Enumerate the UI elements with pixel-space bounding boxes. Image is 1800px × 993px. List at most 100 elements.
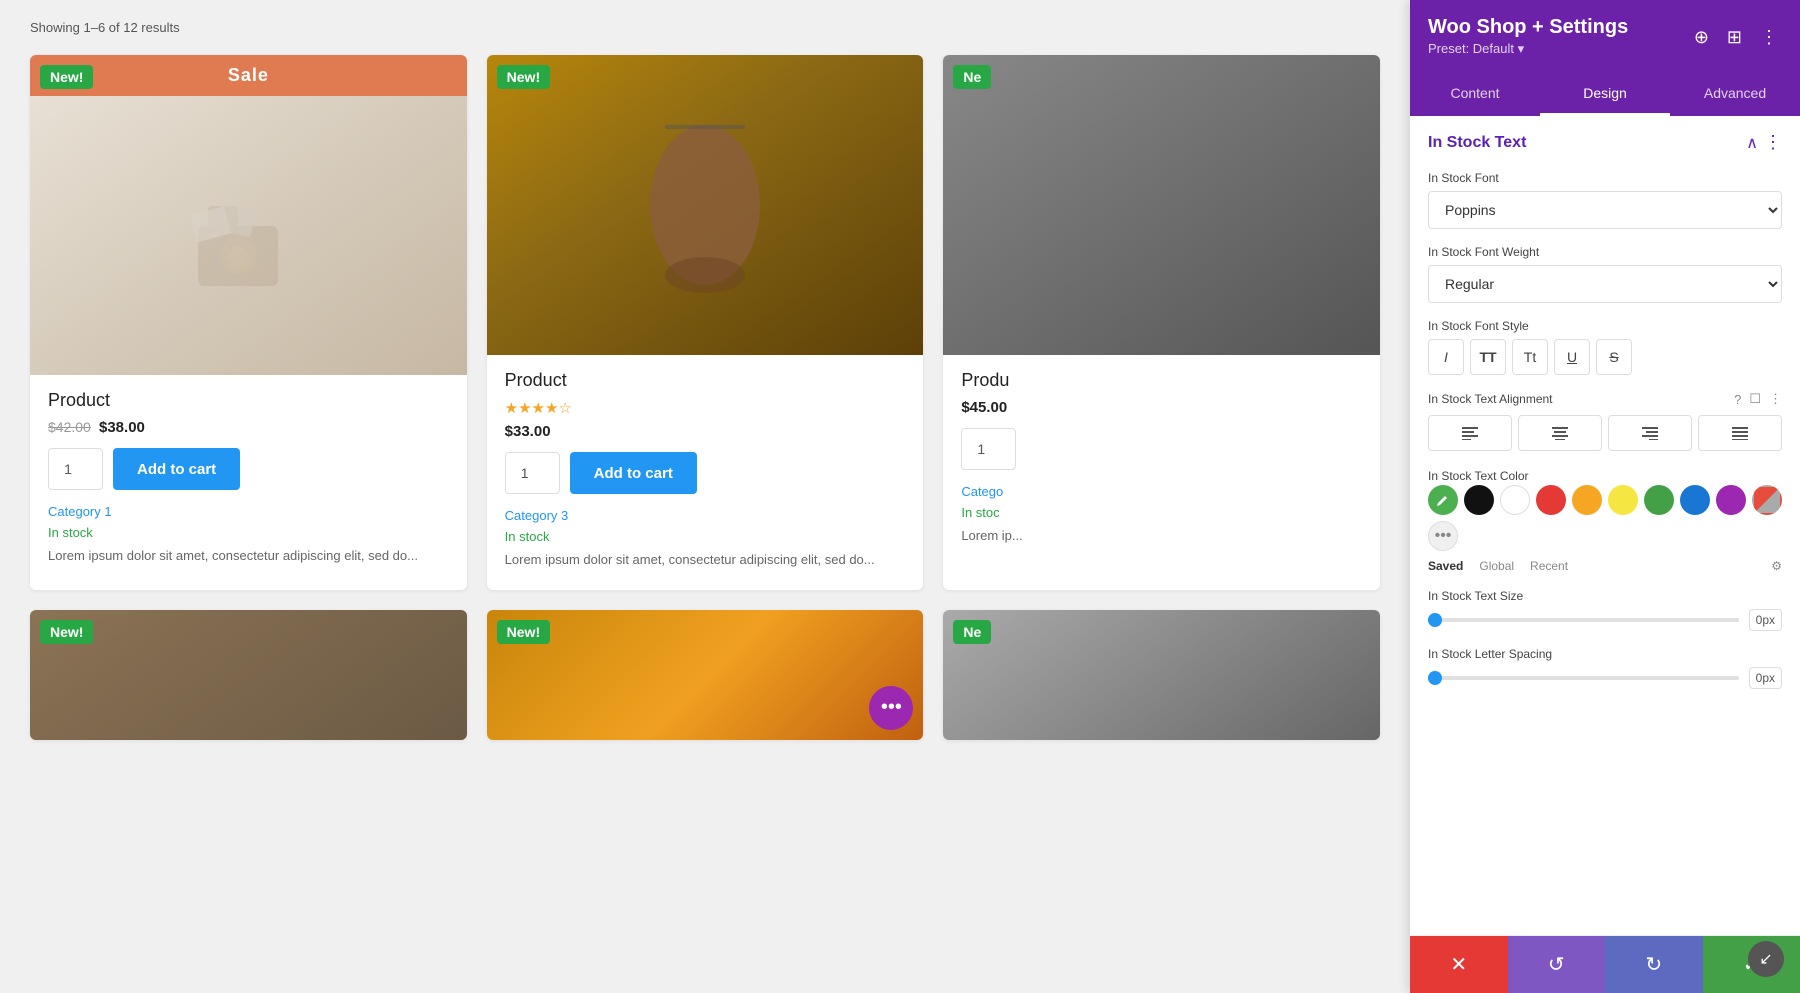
color-gradient-swatch[interactable] bbox=[1752, 485, 1782, 515]
product-img-placeholder-2 bbox=[487, 55, 924, 355]
results-count: Showing 1–6 of 12 results bbox=[30, 20, 1380, 35]
style-underline[interactable]: U bbox=[1554, 339, 1590, 375]
color-tab-global[interactable]: Global bbox=[1479, 559, 1514, 573]
sale-banner: Sale bbox=[30, 55, 467, 96]
qty-input-3[interactable] bbox=[961, 428, 1016, 470]
stars-2: ★★★★☆ bbox=[505, 399, 906, 417]
size-slider-thumb[interactable] bbox=[1428, 613, 1442, 627]
product-body-1: Product $42.00 $38.00 Add to cart Catego… bbox=[30, 375, 467, 586]
panel-target-icon[interactable]: ⊕ bbox=[1690, 24, 1713, 50]
panel-layout-icon[interactable]: ⊞ bbox=[1723, 24, 1746, 50]
product-price-3: $45.00 bbox=[961, 399, 1362, 416]
align-justify-btn[interactable] bbox=[1698, 415, 1782, 451]
in-stock-size-row: In Stock Text Size 0px bbox=[1428, 589, 1782, 631]
letter-spacing-label: In Stock Letter Spacing bbox=[1428, 647, 1782, 661]
product-image-2: New! bbox=[487, 55, 924, 355]
product-category-2[interactable]: Category 3 bbox=[505, 508, 906, 523]
undo-button[interactable]: ↺ bbox=[1508, 936, 1606, 993]
qty-input-2[interactable] bbox=[505, 452, 560, 494]
product-card-6: Ne bbox=[943, 610, 1380, 740]
three-dots-icon: ••• bbox=[881, 696, 902, 719]
color-black-swatch[interactable] bbox=[1464, 485, 1494, 515]
panel-title-area: Woo Shop + Settings Preset: Default ▾ bbox=[1428, 16, 1628, 57]
tab-content[interactable]: Content bbox=[1410, 73, 1540, 116]
panel-more-icon[interactable]: ⋮ bbox=[1756, 24, 1782, 50]
section-options-icon[interactable]: ⋮ bbox=[1764, 132, 1782, 153]
alignment-device-icons: ? ☐ ⋮ bbox=[1734, 391, 1782, 407]
product-image-6: Ne bbox=[943, 610, 1380, 740]
section-collapse-icon[interactable]: ∧ bbox=[1746, 133, 1758, 153]
purple-dot-button[interactable]: ••• bbox=[869, 686, 913, 730]
in-stock-font-label: In Stock Font bbox=[1428, 171, 1782, 185]
product-name-3: Produ bbox=[961, 370, 1362, 391]
in-stock-1: In stock bbox=[48, 525, 449, 540]
add-to-cart-btn-2[interactable]: Add to cart bbox=[570, 452, 697, 494]
panel-header: Woo Shop + Settings Preset: Default ▾ ⊕ … bbox=[1410, 0, 1800, 73]
style-strikethrough[interactable]: S bbox=[1596, 339, 1632, 375]
section-title: In Stock Text bbox=[1428, 134, 1526, 152]
style-capitalize[interactable]: Tt bbox=[1512, 339, 1548, 375]
price-new-3: $45.00 bbox=[961, 399, 1007, 416]
in-stock-alignment-row: In Stock Text Alignment ? ☐ ⋮ bbox=[1428, 391, 1782, 451]
color-tab-recent[interactable]: Recent bbox=[1530, 559, 1568, 573]
side-panel: Woo Shop + Settings Preset: Default ▾ ⊕ … bbox=[1410, 0, 1800, 993]
in-stock-3: In stoc bbox=[961, 505, 1362, 520]
size-slider-row: 0px bbox=[1428, 609, 1782, 631]
in-stock-font-weight-row: In Stock Font Weight Regular bbox=[1428, 245, 1782, 303]
in-stock-2: In stock bbox=[505, 529, 906, 544]
tab-advanced[interactable]: Advanced bbox=[1670, 73, 1800, 116]
help-bubble[interactable]: ↙ bbox=[1748, 941, 1784, 977]
color-red-swatch[interactable] bbox=[1536, 485, 1566, 515]
product-name-2: Product bbox=[505, 370, 906, 391]
price-new-1: $38.00 bbox=[99, 419, 145, 436]
in-stock-font-style-row: In Stock Font Style I TT Tt U S bbox=[1428, 319, 1782, 375]
color-white-swatch[interactable] bbox=[1500, 485, 1530, 515]
mobile-icon[interactable]: ☐ bbox=[1749, 391, 1761, 407]
product-category-1[interactable]: Category 1 bbox=[48, 504, 449, 519]
color-purple-swatch[interactable] bbox=[1716, 485, 1746, 515]
size-slider-track[interactable] bbox=[1428, 618, 1739, 622]
product-desc-3: Lorem ip... bbox=[961, 526, 1362, 546]
color-settings-icon[interactable]: ⚙ bbox=[1771, 559, 1782, 573]
color-pen-swatch[interactable] bbox=[1428, 485, 1458, 515]
in-stock-font-weight-select[interactable]: Regular bbox=[1428, 265, 1782, 303]
cancel-button[interactable]: ✕ bbox=[1410, 936, 1508, 993]
align-left-btn[interactable] bbox=[1428, 415, 1512, 451]
product-img-placeholder-3 bbox=[943, 55, 1380, 355]
help-icon[interactable]: ? bbox=[1734, 392, 1741, 407]
products-grid: Sale New! Product $4 bbox=[30, 55, 1380, 740]
style-uppercase[interactable]: TT bbox=[1470, 339, 1506, 375]
color-tab-saved[interactable]: Saved bbox=[1428, 559, 1463, 573]
letter-spacing-slider-thumb[interactable] bbox=[1428, 671, 1442, 685]
color-orange-swatch[interactable] bbox=[1572, 485, 1602, 515]
in-stock-font-select[interactable]: Poppins bbox=[1428, 191, 1782, 229]
color-more-swatch[interactable]: ••• bbox=[1428, 521, 1458, 551]
product-img-placeholder-6 bbox=[943, 610, 1380, 740]
color-green-swatch[interactable] bbox=[1644, 485, 1674, 515]
product-img-placeholder-1 bbox=[30, 96, 467, 375]
product-img-placeholder-5 bbox=[487, 610, 924, 740]
more-options-icon[interactable]: ⋮ bbox=[1769, 391, 1782, 407]
badge-new-4: New! bbox=[40, 620, 93, 644]
in-stock-font-style-label: In Stock Font Style bbox=[1428, 319, 1782, 333]
product-img-placeholder-4 bbox=[30, 610, 467, 740]
color-yellow-swatch[interactable] bbox=[1608, 485, 1638, 515]
product-category-3[interactable]: Catego bbox=[961, 484, 1362, 499]
panel-preset[interactable]: Preset: Default ▾ bbox=[1428, 41, 1628, 57]
align-right-btn[interactable] bbox=[1608, 415, 1692, 451]
add-to-cart-btn-1[interactable]: Add to cart bbox=[113, 448, 240, 490]
style-italic[interactable]: I bbox=[1428, 339, 1464, 375]
tab-design[interactable]: Design bbox=[1540, 73, 1670, 116]
letter-spacing-slider-track[interactable] bbox=[1428, 676, 1739, 680]
price-old-1: $42.00 bbox=[48, 419, 91, 435]
color-blue-swatch[interactable] bbox=[1680, 485, 1710, 515]
redo-button[interactable]: ↻ bbox=[1605, 936, 1703, 993]
align-center-btn[interactable] bbox=[1518, 415, 1602, 451]
in-stock-font-weight-label: In Stock Font Weight bbox=[1428, 245, 1782, 259]
product-card-3: Ne Produ $45.00 Catego In stoc Lorem ip.… bbox=[943, 55, 1380, 590]
panel-title: Woo Shop + Settings bbox=[1428, 16, 1628, 39]
size-value: 0px bbox=[1749, 609, 1782, 631]
qty-input-1[interactable] bbox=[48, 448, 103, 490]
panel-tabs: Content Design Advanced bbox=[1410, 73, 1800, 116]
letter-spacing-slider-row: 0px bbox=[1428, 667, 1782, 689]
